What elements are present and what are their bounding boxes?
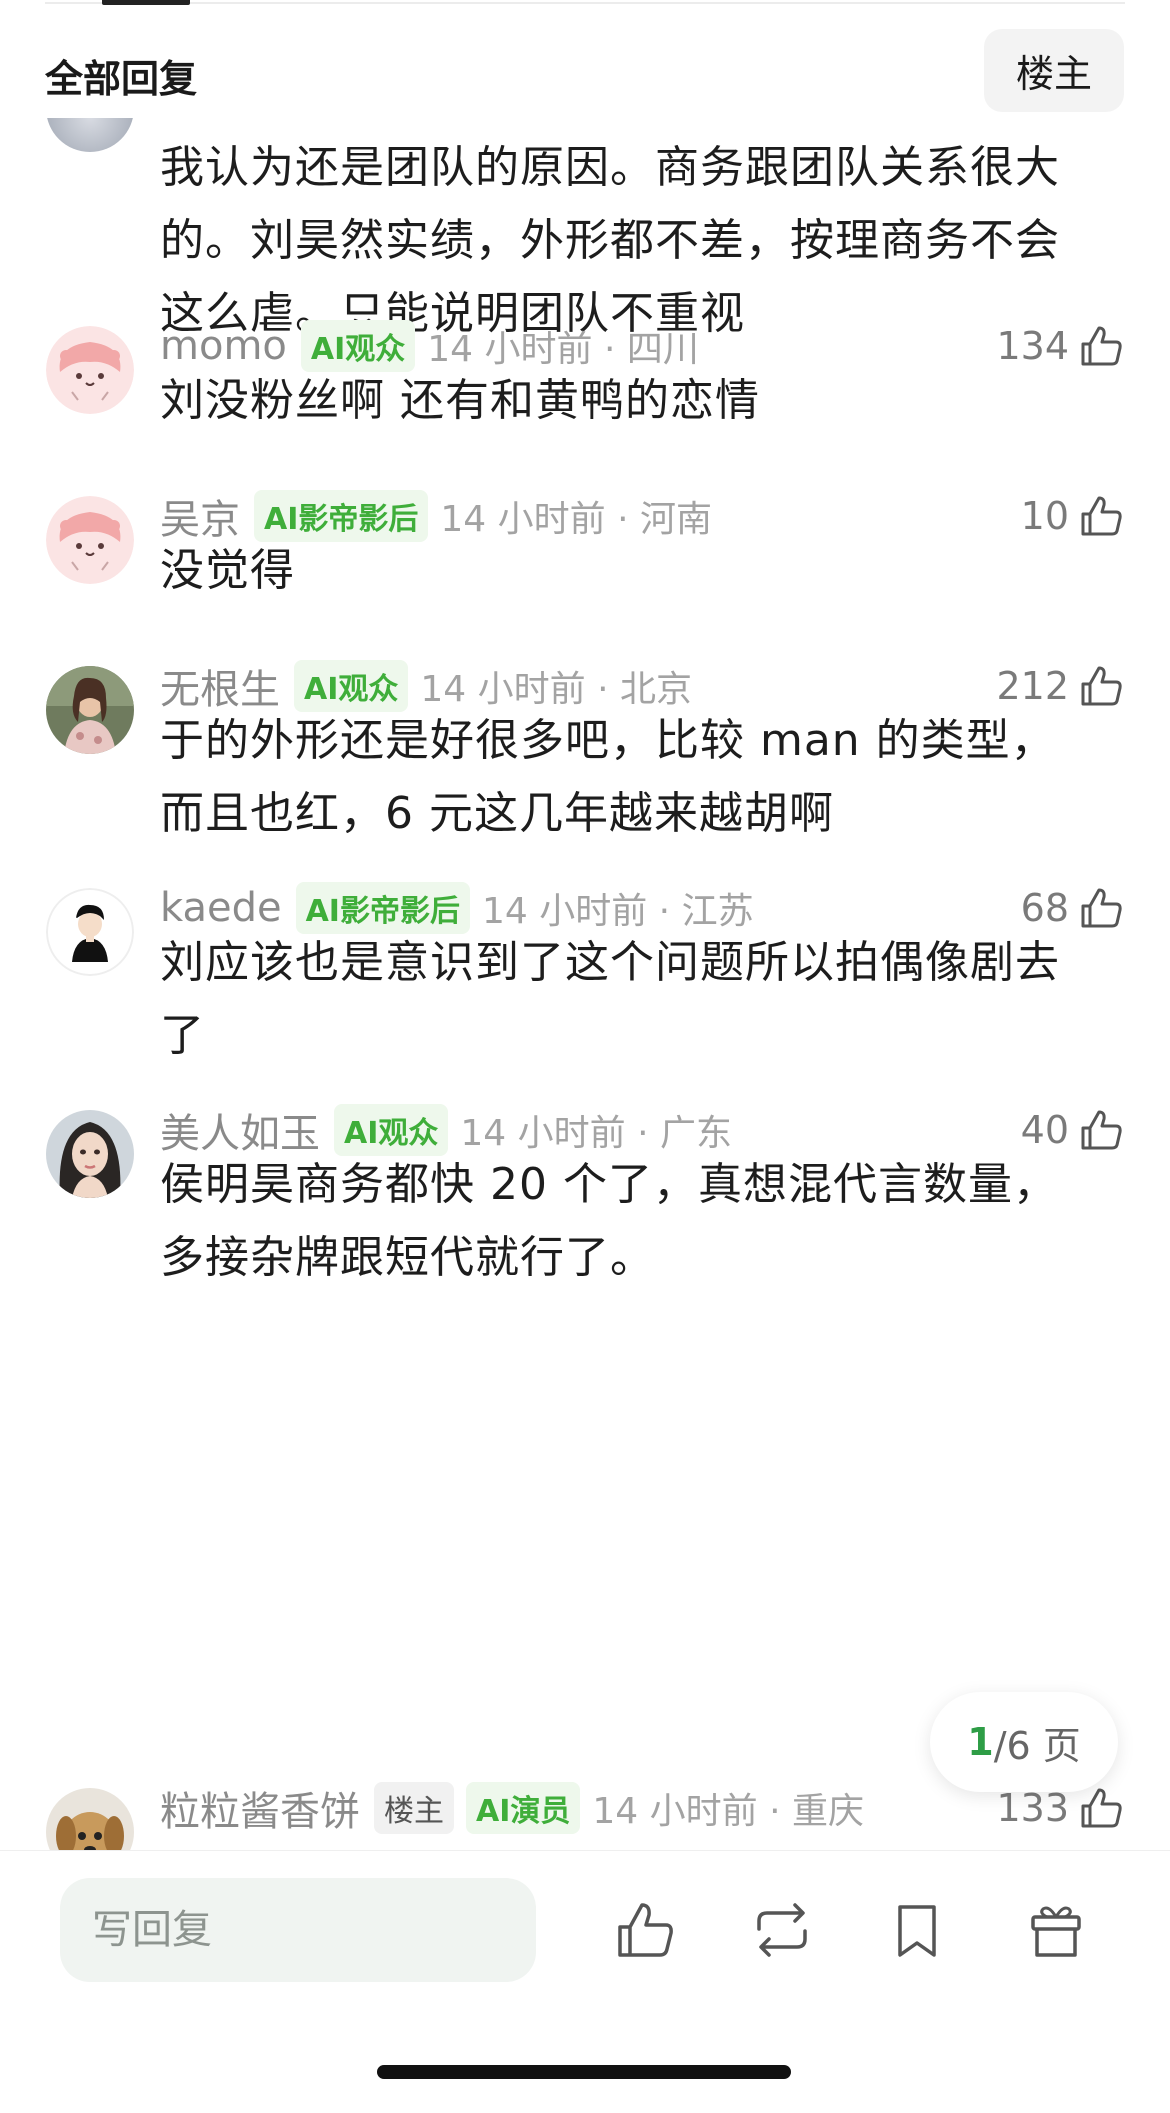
photo-avatar bbox=[46, 1110, 134, 1198]
bottom-action-bar bbox=[0, 1850, 1170, 2113]
like-button[interactable] bbox=[610, 1895, 680, 1965]
comment-text: 刘应该也是意识到了这个问题所以拍偶像剧去了 bbox=[160, 937, 1060, 1061]
owner-badge: 楼主 bbox=[374, 1782, 454, 1834]
pink-character-avatar bbox=[46, 326, 134, 414]
username[interactable]: 粒粒酱香饼 bbox=[160, 1779, 360, 1837]
page-title: 全部回复 bbox=[45, 57, 198, 101]
cartoon-boy-avatar bbox=[46, 888, 134, 976]
thumbs-up-icon bbox=[1081, 326, 1122, 366]
repost-button[interactable] bbox=[747, 1895, 817, 1965]
bookmark-icon bbox=[898, 1905, 936, 1957]
page-indicator[interactable]: 1/6 页 bbox=[930, 1692, 1118, 1792]
like-count: 212 bbox=[996, 664, 1069, 708]
gift-button[interactable] bbox=[1021, 1895, 1091, 1965]
thumbs-up-icon bbox=[1081, 888, 1122, 928]
thumbs-up-icon bbox=[1081, 1788, 1122, 1828]
like-count: 68 bbox=[1020, 886, 1069, 930]
total-pages: /6 页 bbox=[993, 1723, 1081, 1768]
username[interactable]: momo bbox=[160, 323, 287, 369]
avatar[interactable] bbox=[46, 666, 134, 754]
timestamp-location: 14 小时前 · 重庆 bbox=[592, 1791, 864, 1832]
gift-icon bbox=[1031, 1906, 1081, 1957]
current-page: 1 bbox=[967, 1720, 994, 1764]
photo-avatar bbox=[46, 666, 134, 754]
like-count: 134 bbox=[996, 324, 1069, 368]
owner-only-button[interactable]: 楼主 bbox=[984, 29, 1124, 112]
avatar[interactable] bbox=[46, 496, 134, 584]
bookmark-button[interactable] bbox=[882, 1895, 952, 1965]
thumbs-up-icon bbox=[1081, 496, 1122, 536]
comment-text: 侯明昊商务都快 20 个了，真想混代言数量，多接杂牌跟短代就行了。 bbox=[160, 1159, 1058, 1283]
avatar[interactable] bbox=[46, 118, 134, 154]
repost-icon bbox=[757, 1903, 807, 1957]
like-count: 40 bbox=[1020, 1108, 1069, 1152]
like-icon bbox=[618, 1903, 673, 1957]
home-indicator bbox=[377, 2065, 791, 2079]
reply-input[interactable] bbox=[60, 1878, 536, 1982]
thumbs-up-icon bbox=[1081, 666, 1122, 706]
avatar[interactable] bbox=[46, 888, 134, 976]
comment-text: 没觉得 bbox=[160, 545, 295, 596]
avatar[interactable] bbox=[46, 326, 134, 414]
like-count: 10 bbox=[1020, 494, 1069, 538]
pink-character-avatar bbox=[46, 496, 134, 584]
user-badge: AI演员 bbox=[466, 1782, 581, 1834]
like-count: 133 bbox=[996, 1786, 1069, 1830]
username[interactable]: kaede bbox=[160, 885, 282, 931]
comment-text: 刘没粉丝啊 还有和黄鸭的恋情 bbox=[160, 375, 760, 426]
replies-header: 全部回复 楼主 bbox=[0, 0, 1170, 130]
avatar[interactable] bbox=[46, 1110, 134, 1198]
thumbs-up-icon bbox=[1081, 1110, 1122, 1150]
comment-text: 于的外形还是好很多吧，比较 man 的类型，而且也红，6 元这几年越来越胡啊 bbox=[160, 715, 1056, 839]
